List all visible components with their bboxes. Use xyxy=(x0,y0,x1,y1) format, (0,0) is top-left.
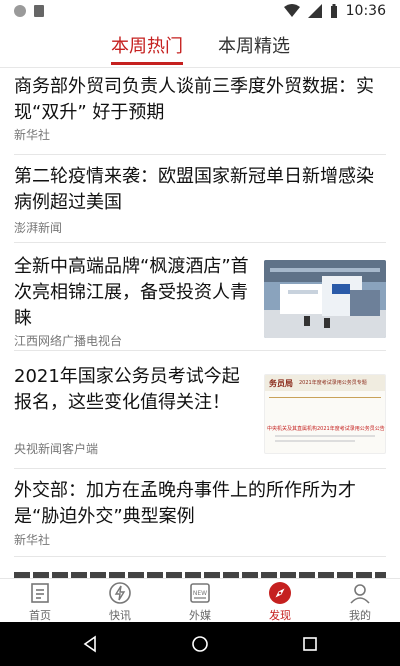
thumb-text-line xyxy=(275,440,355,442)
notification-dot-icon xyxy=(14,5,26,17)
news-title: 第二轮疫情来袭：欧盟国家新冠单日新增感染病例超过美国 xyxy=(14,166,374,213)
news-source: 江西网络广播电视台 xyxy=(14,334,123,348)
news-item[interactable]: 2021年国家公务员考试今起报名，这些变化值得关注！ 央视新闻客户端 务员局 2… xyxy=(14,350,386,469)
news-thumbnail xyxy=(264,260,386,338)
tabbar-home-label: 首页 xyxy=(29,609,51,622)
new-badge: NEW xyxy=(193,590,207,597)
battery-icon xyxy=(330,4,337,18)
user-icon xyxy=(350,584,370,604)
tabbar-home[interactable]: 首页 xyxy=(10,581,70,623)
news-item[interactable]: 第二轮疫情来袭：欧盟国家新冠单日新增感染病例超过美国 澎湃新闻 xyxy=(14,154,386,243)
tab-weekly-select[interactable]: 本周精选 xyxy=(218,32,290,58)
bottom-tab-bar: 首页 快讯 NEW 外媒 发现 我的 xyxy=(0,578,400,623)
home-document-icon xyxy=(31,583,49,603)
thumb-caption: 中央机关及其直属机构2021年度考试录用公务员公告 xyxy=(267,426,385,432)
tabbar-discover[interactable]: 发现 xyxy=(250,581,310,623)
thumb-text-line xyxy=(275,435,375,437)
tabbar-external[interactable]: NEW 外媒 xyxy=(170,581,230,623)
news-source: 央视新闻客户端 xyxy=(14,442,99,456)
lightning-icon xyxy=(109,582,131,604)
tabbar-mine[interactable]: 我的 xyxy=(330,581,390,623)
news-title: 2021年国家公务员考试今起报名，这些变化值得关注！ xyxy=(14,366,240,413)
news-thumbnail: 务员局 2021年度考试录用公务员专题 中央机关及其直属机构2021年度考试录用… xyxy=(264,374,386,454)
system-nav-bar xyxy=(0,622,400,666)
wifi-icon xyxy=(283,4,300,17)
compass-icon xyxy=(269,582,291,604)
active-tab-indicator xyxy=(111,62,183,65)
news-title: 商务部外贸司负责人谈前三季度外贸数据：实现“双升” 好于预期 xyxy=(14,76,374,123)
recents-icon[interactable] xyxy=(300,634,320,654)
signal-icon xyxy=(307,4,322,18)
news-title: 外交部：加方在孟晚舟事件上的所作所为才是“胁迫外交”典型案例 xyxy=(14,480,356,527)
newspaper-icon: NEW xyxy=(190,583,210,603)
tabbar-mine-label: 我的 xyxy=(349,609,371,622)
status-left xyxy=(14,5,44,17)
thumb-rule xyxy=(269,397,381,398)
news-feed[interactable]: 商务部外贸司负责人谈前三季度外贸数据：实现“双升” 好于预期 新华社 第二轮疫情… xyxy=(0,68,400,580)
news-source: 新华社 xyxy=(14,128,51,142)
status-time: 10:36 xyxy=(345,3,386,19)
top-tabs: 本周热门 本周精选 xyxy=(0,24,400,68)
news-item[interactable]: 外交部：加方在孟晚舟事件上的所作所为才是“胁迫外交”典型案例 新华社 xyxy=(14,468,386,557)
thumb-header: 务员局 xyxy=(269,379,293,388)
tabbar-flash[interactable]: 快讯 xyxy=(90,581,150,623)
tabbar-flash-label: 快讯 xyxy=(109,609,131,622)
news-title: 全新中高端品牌“枫渡酒店”首次亮相锦江展，备受投资人青睐 xyxy=(14,256,249,329)
home-circle-icon[interactable] xyxy=(190,634,210,654)
status-bar: 10:36 xyxy=(0,0,400,24)
news-item[interactable]: 商务部外贸司负责人谈前三季度外贸数据：实现“双升” 好于预期 新华社 xyxy=(14,68,386,155)
tab-weekly-hot[interactable]: 本周热门 xyxy=(111,32,183,58)
status-right: 10:36 xyxy=(283,3,386,19)
news-source: 新华社 xyxy=(14,533,51,547)
expo-booth-image xyxy=(264,260,386,338)
thumb-subtitle: 2021年度考试录用公务员专题 xyxy=(299,380,367,386)
sd-card-icon xyxy=(34,5,44,17)
back-icon[interactable] xyxy=(80,634,100,654)
tabbar-discover-label: 发现 xyxy=(269,609,291,622)
news-item[interactable]: 全新中高端品牌“枫渡酒店”首次亮相锦江展，备受投资人青睐 江西网络广播电视台 xyxy=(14,242,386,351)
news-source: 澎湃新闻 xyxy=(14,221,63,235)
tabbar-external-label: 外媒 xyxy=(189,609,211,622)
